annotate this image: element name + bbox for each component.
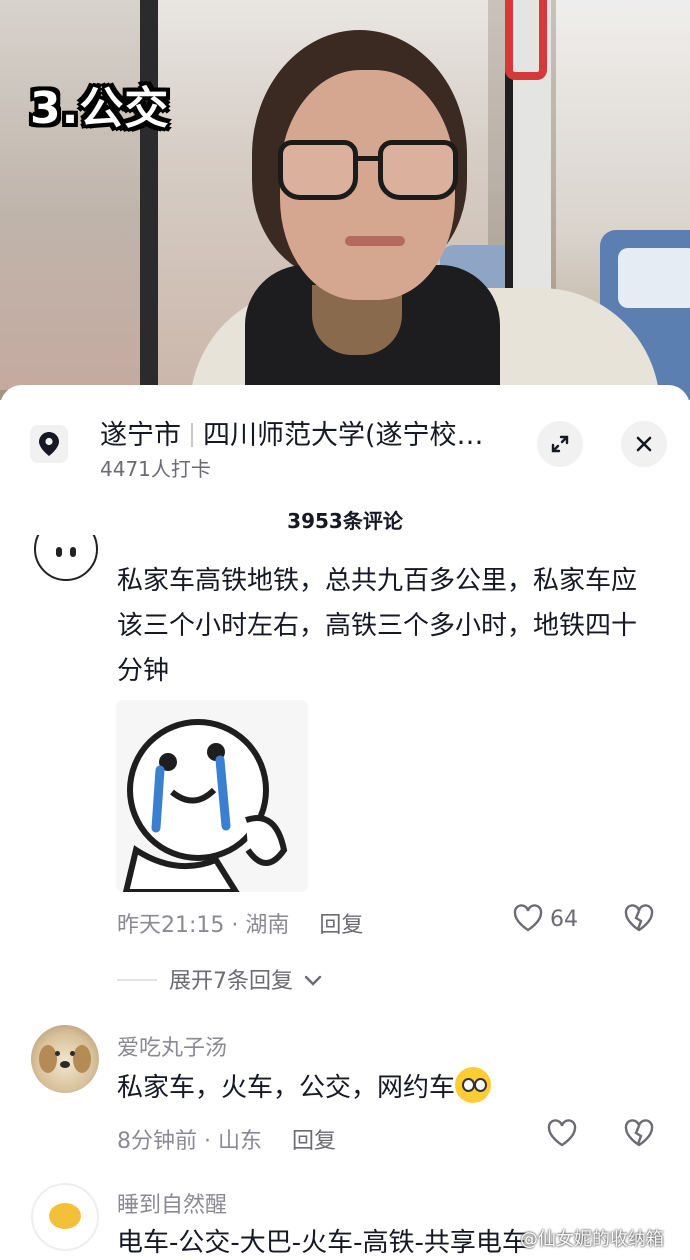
location-place: 四川师范大学(遂宁校…: [203, 420, 484, 451]
comment-text: 私家车高铁地铁，总共九百多公里，私家车应该三个小时左右，高铁三个多小时，地铁四十…: [117, 566, 638, 686]
location-separator: [191, 423, 193, 447]
location-title[interactable]: 遂宁市 四川师范大学(遂宁校…: [100, 413, 484, 452]
location-checkins: 4471人打卡: [100, 457, 211, 481]
heart-icon: [547, 1119, 577, 1147]
video-frame[interactable]: 3.公交: [0, 0, 690, 400]
expand-replies-button[interactable]: 展开7条回复: [117, 963, 322, 995]
pin-icon: [30, 425, 68, 463]
dislike-button[interactable]: [624, 904, 654, 932]
emoji-icon: [455, 1067, 492, 1103]
video-overlay-title: 3.公交: [30, 83, 170, 134]
comment-text-body: 私家车，火车，公交，网约车: [117, 1073, 456, 1103]
avatar[interactable]: [31, 1025, 99, 1093]
chevron-down-icon: [304, 975, 322, 986]
reply-button[interactable]: 回复: [319, 913, 363, 938]
comment-sticker-image[interactable]: [116, 700, 308, 892]
like-button[interactable]: [547, 1119, 577, 1147]
divider: [117, 979, 157, 981]
location-bar[interactable]: 遂宁市 四川师范大学(遂宁校… 4471人打卡: [0, 385, 690, 495]
expand-button[interactable]: [537, 421, 583, 467]
comment-sheet: 遂宁市 四川师范大学(遂宁校… 4471人打卡 3953条评论 私家车高铁地铁，总…: [0, 385, 690, 1260]
comment-text: 私家车，火车，公交，网约车: [117, 1066, 657, 1111]
video-person: [190, 30, 660, 400]
watermark: @仙女妮的收纳箱: [520, 1229, 664, 1250]
like-count: 64: [550, 907, 578, 932]
broken-heart-icon: [624, 904, 654, 932]
comment-username[interactable]: 爱吃丸子汤: [117, 1030, 227, 1062]
location-city: 遂宁市: [100, 420, 181, 451]
comment-meta: 昨天21:15 · 湖南 回复: [117, 907, 363, 939]
expand-replies-label: 展开7条回复: [169, 969, 293, 994]
dislike-button[interactable]: [624, 1119, 654, 1147]
comment-time: 昨天21:15 · 湖南: [117, 913, 290, 938]
close-button[interactable]: [621, 421, 667, 467]
bus-pillar: [140, 0, 158, 390]
heart-icon: [513, 904, 543, 932]
comment-count: 3953条评论: [287, 509, 403, 533]
avatar[interactable]: [31, 1183, 99, 1251]
bus-window-left: [0, 0, 150, 390]
broken-heart-icon: [624, 1119, 654, 1147]
close-icon: [636, 436, 652, 452]
comment-meta: 8分钟前 · 山东 回复: [117, 1123, 336, 1155]
like-button[interactable]: 64: [513, 904, 578, 932]
comment-time: 8分钟前 · 山东: [117, 1129, 262, 1154]
comment-username[interactable]: 睡到自然醒: [117, 1187, 227, 1219]
expand-icon: [551, 435, 569, 453]
reply-button[interactable]: 回复: [292, 1129, 336, 1154]
avatar[interactable]: [34, 535, 98, 585]
